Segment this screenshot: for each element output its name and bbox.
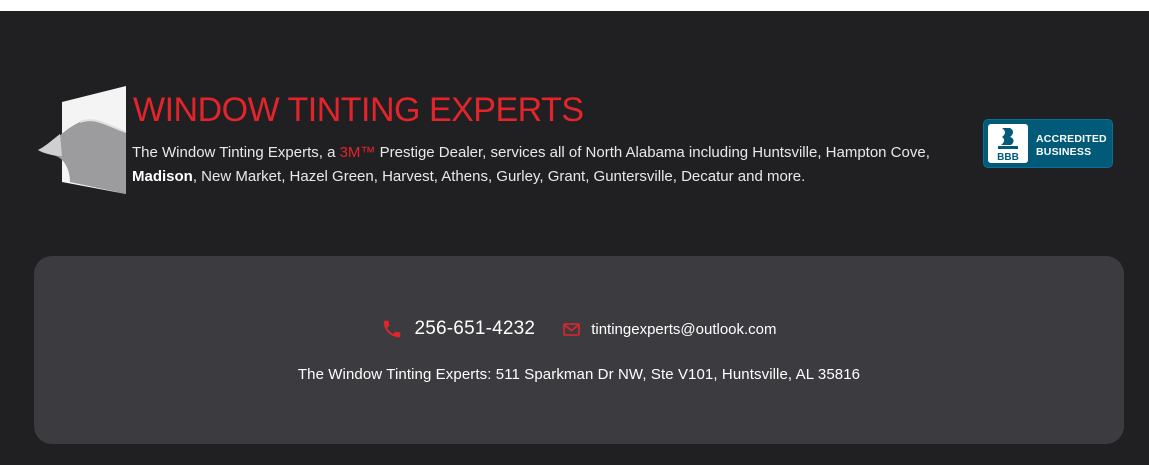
intro-text: The Window Tinting Experts, a 3M™ Presti… [132,141,962,188]
footer-section: WINDOW TINTING EXPERTS The Window Tintin… [0,11,1149,465]
bbb-accredited-badge[interactable]: BBB ACCREDITED BUSINESS [983,119,1113,168]
email-link[interactable]: tintingexperts@outlook.com [591,321,776,338]
bbb-line-1: ACCREDITED [1036,133,1107,145]
window-film-logo-icon[interactable] [36,86,130,198]
madison-link[interactable]: Madison [132,168,193,185]
intro-suffix: , New Market, Hazel Green, Harvest, Athe… [192,167,806,185]
envelope-icon[interactable] [563,322,581,336]
phone-link[interactable]: 256-651-4232 [414,318,535,340]
bbb-seal-text: BBB [997,152,1019,163]
contact-card: 256-651-4232 tintingexperts@outlook.com … [34,256,1124,444]
business-address: The Window Tinting Experts: 511 Sparkman… [297,366,861,383]
bbb-line-2: BUSINESS [1036,145,1092,158]
bbb-seal: BBB [988,124,1028,163]
contact-row: 256-651-4232 tintingexperts@outlook.com [34,316,1124,342]
brand-title: WINDOW TINTING EXPERTS [133,91,584,129]
intro-middle: Prestige Dealer, services all of North A… [375,144,930,161]
3m-brand-text: 3M™ [339,144,376,161]
phone-icon[interactable] [381,318,403,340]
bbb-torch-icon: BBB [997,128,1019,163]
bbb-badge-text: ACCREDITED BUSINESS [1036,133,1107,158]
intro-prefix: The Window Tinting Experts, a [132,144,340,161]
